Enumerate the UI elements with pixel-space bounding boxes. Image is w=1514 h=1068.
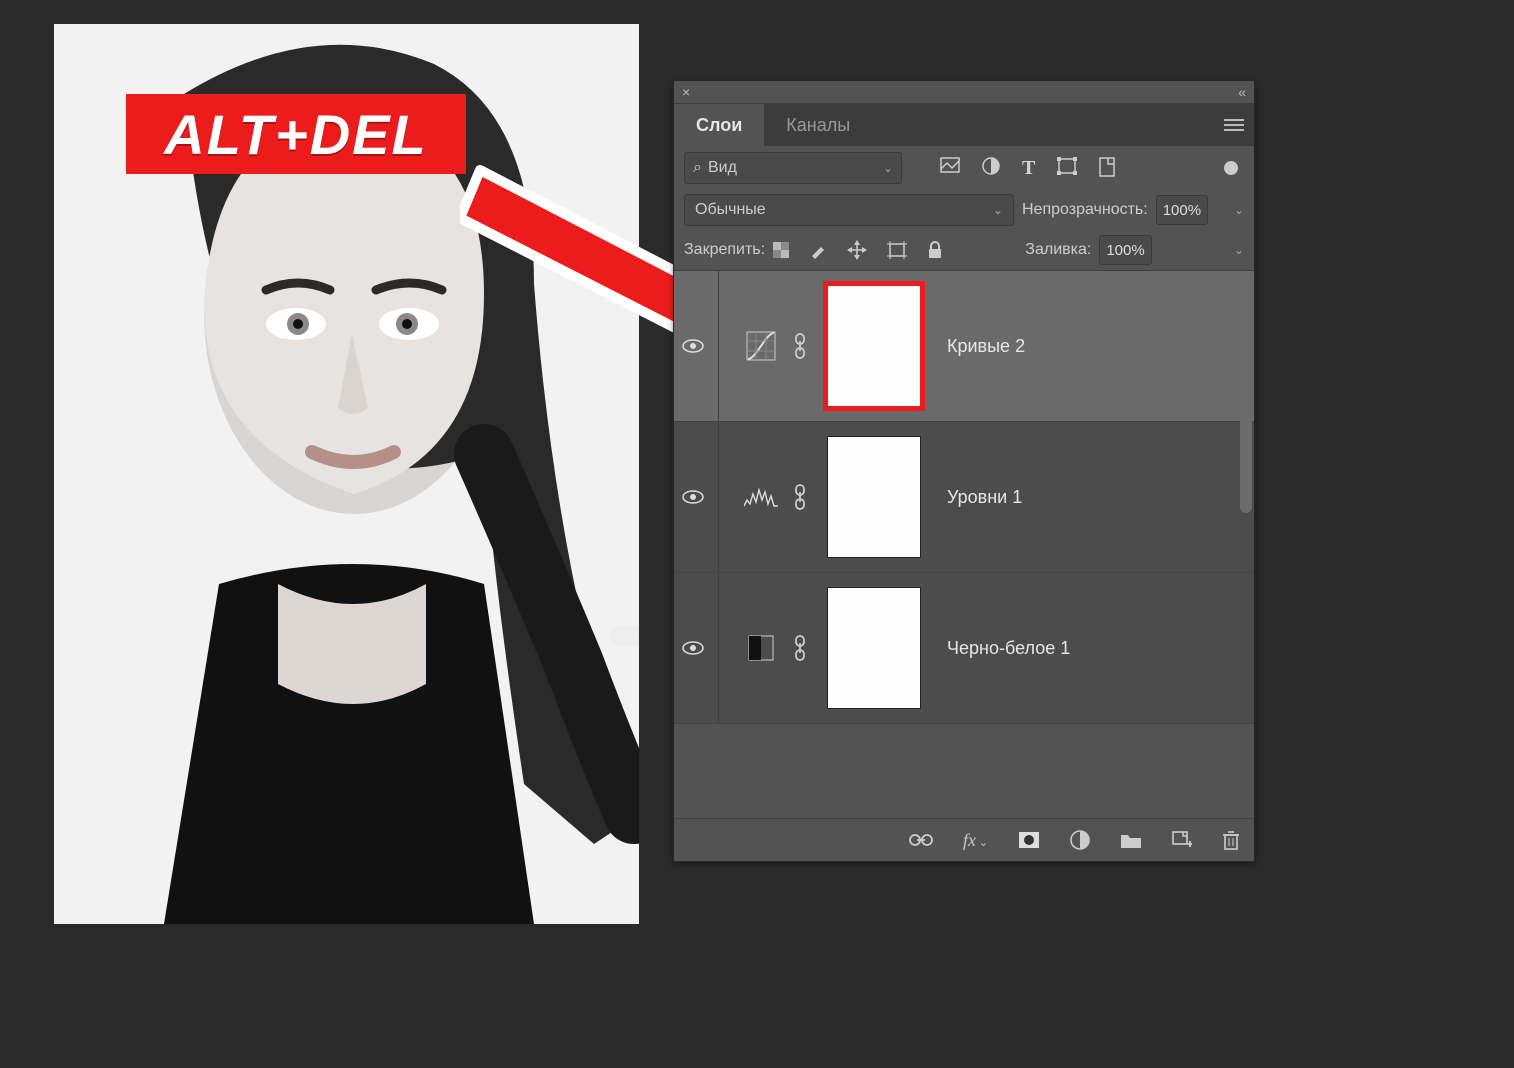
layer-name[interactable]: Кривые 2 bbox=[947, 336, 1025, 357]
bw-icon[interactable] bbox=[743, 630, 779, 666]
shortcut-badge: ALT+DEL bbox=[126, 94, 466, 174]
layer-row[interactable]: Уровни 1 bbox=[674, 422, 1254, 573]
lock-brush-icon[interactable] bbox=[809, 241, 827, 259]
chevron-down-icon[interactable]: ⌄ bbox=[1234, 243, 1244, 257]
layers-scrollbar[interactable] bbox=[1238, 271, 1252, 610]
layer-name[interactable]: Черно-белое 1 bbox=[947, 638, 1070, 659]
new-adjustment-icon[interactable] bbox=[1070, 830, 1090, 850]
layer-row[interactable]: Черно-белое 1 bbox=[674, 573, 1254, 724]
chevron-down-icon[interactable]: ⌄ bbox=[1234, 203, 1244, 217]
mask-link-icon[interactable] bbox=[793, 635, 813, 661]
visibility-icon[interactable] bbox=[682, 641, 704, 655]
filter-type-icon[interactable]: T bbox=[1022, 157, 1035, 180]
chevron-down-icon: ⌄ bbox=[993, 203, 1003, 217]
shortcut-badge-text: ALT+DEL bbox=[164, 102, 427, 167]
trash-icon[interactable] bbox=[1222, 830, 1240, 850]
new-group-icon[interactable] bbox=[1120, 831, 1142, 849]
add-mask-icon[interactable] bbox=[1018, 831, 1040, 849]
layers-footer: fx ⌄ bbox=[674, 818, 1254, 861]
lock-pixels-icon[interactable] bbox=[773, 242, 789, 258]
collapse-icon[interactable]: « bbox=[1238, 84, 1246, 100]
layer-filter-value: Вид bbox=[708, 159, 737, 177]
mask-link-icon[interactable] bbox=[793, 484, 813, 510]
panel-menu-icon[interactable] bbox=[1224, 118, 1244, 132]
curves-icon[interactable] bbox=[743, 328, 779, 364]
layer-mask-thumbnail[interactable] bbox=[827, 587, 921, 709]
lock-all-icon[interactable] bbox=[927, 241, 943, 259]
panel-tabs: Слои Каналы bbox=[674, 104, 1254, 146]
fill-input[interactable]: 100% bbox=[1099, 235, 1151, 265]
lock-artboard-icon[interactable] bbox=[887, 241, 907, 259]
close-icon[interactable]: × bbox=[682, 84, 690, 100]
layer-name[interactable]: Уровни 1 bbox=[947, 487, 1022, 508]
mask-link-icon[interactable] bbox=[793, 333, 813, 359]
new-layer-icon[interactable] bbox=[1172, 831, 1192, 849]
filter-pixel-icon[interactable] bbox=[940, 157, 960, 180]
opacity-input[interactable]: 100% bbox=[1156, 195, 1208, 225]
layer-fx-icon[interactable]: fx ⌄ bbox=[963, 830, 988, 851]
visibility-icon[interactable] bbox=[682, 490, 704, 504]
filter-toggle[interactable] bbox=[1224, 161, 1238, 175]
lock-label: Закрепить: bbox=[684, 241, 765, 259]
layers-panel: × « Слои Каналы ⌕ Вид ⌄ T bbox=[673, 80, 1255, 862]
opacity-label: Непрозрачность: bbox=[1022, 201, 1148, 219]
levels-icon[interactable] bbox=[743, 479, 779, 515]
lock-position-icon[interactable] bbox=[847, 240, 867, 260]
filter-adjust-icon[interactable] bbox=[982, 157, 1000, 180]
layer-filter-select[interactable]: ⌕ Вид ⌄ bbox=[684, 152, 902, 184]
search-icon: ⌕ bbox=[693, 159, 702, 177]
link-layers-icon[interactable] bbox=[909, 833, 933, 847]
visibility-icon[interactable] bbox=[682, 339, 704, 353]
chevron-down-icon: ⌄ bbox=[883, 161, 893, 175]
filter-smart-icon[interactable] bbox=[1099, 157, 1115, 180]
tab-layers[interactable]: Слои bbox=[674, 104, 764, 146]
tab-channels[interactable]: Каналы bbox=[764, 104, 872, 146]
fill-label: Заливка: bbox=[1025, 241, 1091, 259]
layer-mask-thumbnail[interactable] bbox=[827, 285, 921, 407]
layers-list: Кривые 2 Уровни 1 Черно-белое 1 bbox=[674, 270, 1254, 818]
blend-mode-select[interactable]: Обычные ⌄ bbox=[684, 194, 1014, 226]
layer-row[interactable]: Кривые 2 bbox=[674, 271, 1254, 422]
filter-shape-icon[interactable] bbox=[1057, 157, 1077, 180]
layer-mask-thumbnail[interactable] bbox=[827, 436, 921, 558]
